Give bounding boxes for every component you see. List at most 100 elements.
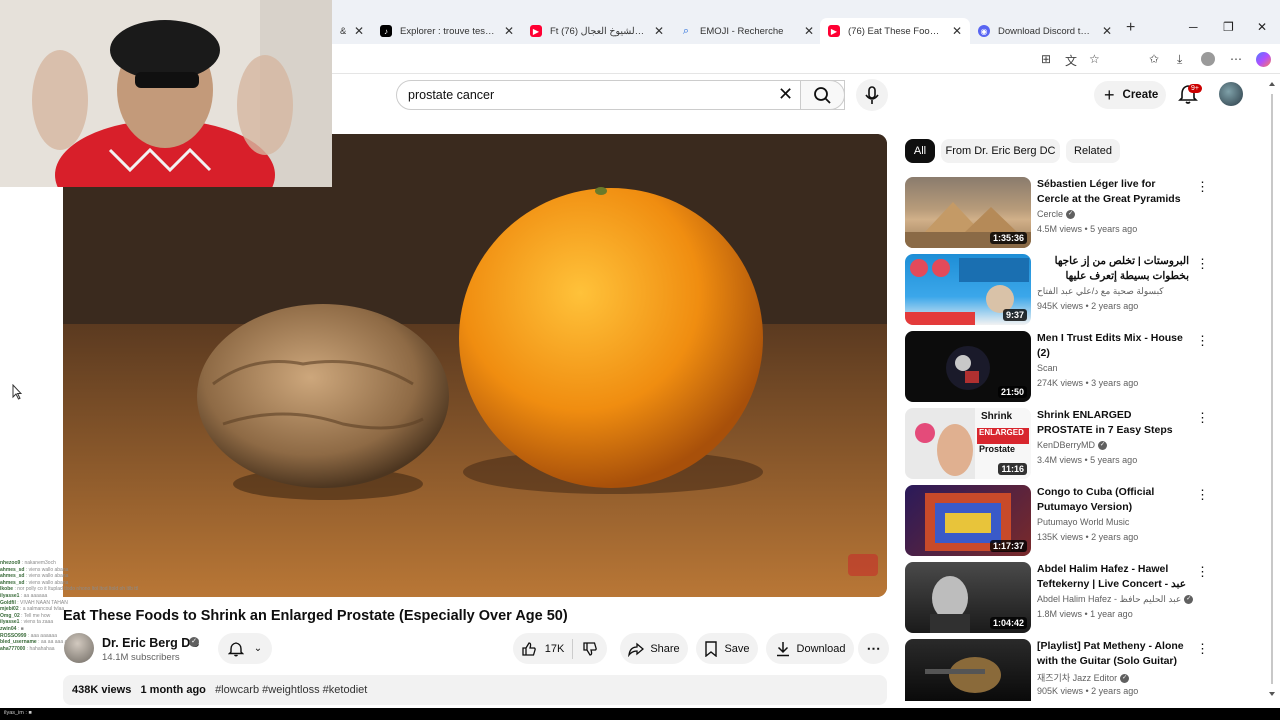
recommendation-item[interactable]: Shrink ENLARGED Prostate 11:16 Shrink EN…	[905, 408, 1209, 480]
chip-related[interactable]: Related	[1066, 139, 1120, 163]
more-vertical-icon[interactable]: ⋮	[1196, 179, 1209, 195]
more-vertical-icon[interactable]: ⋮	[1196, 487, 1209, 503]
video-thumbnail[interactable]: Shrink ENLARGED Prostate 11:16	[905, 408, 1031, 479]
save-button[interactable]: Save	[696, 633, 758, 664]
tab-title: Download Discord to Talk	[998, 25, 1094, 37]
close-icon[interactable]: ✕	[354, 24, 364, 38]
video-thumbnail[interactable]: 21:50	[905, 331, 1031, 402]
video-thumbnail[interactable]	[905, 639, 1031, 701]
tab-3[interactable]: ⌕ EMOJI - Recherche ✕	[672, 18, 822, 44]
search-icon	[814, 87, 831, 104]
account-avatar[interactable]	[1219, 82, 1243, 106]
upload-date: 1 month ago	[140, 684, 206, 696]
recommendation-title[interactable]: البروستات | تخلص من إز عاجها بخطوات بسيط…	[1037, 254, 1189, 284]
tab-title: EMOJI - Recherche	[700, 25, 784, 37]
channel-avatar[interactable]	[64, 633, 94, 663]
page-scrollbar[interactable]	[1268, 80, 1276, 700]
copilot-icon[interactable]	[1256, 52, 1271, 67]
tab-5[interactable]: ◉ Download Discord to Talk ✕	[970, 18, 1120, 44]
channel-name[interactable]: Dr. Eric Berg DC	[102, 636, 199, 650]
tiktok-icon: ♪	[380, 25, 392, 37]
recommendation-title[interactable]: Men I Trust Edits Mix - House (2)	[1037, 331, 1189, 361]
tab-title: (76) Eat These Foods to Sh	[848, 25, 944, 37]
video-thumbnail[interactable]: 1:17:37	[905, 485, 1031, 556]
more-actions-button[interactable]: ⋯	[858, 633, 889, 664]
voice-search-button[interactable]	[856, 79, 888, 111]
thumbs-down-icon	[583, 641, 597, 656]
translate-icon[interactable]: 文	[1065, 52, 1077, 69]
profile-icon[interactable]	[1201, 52, 1215, 66]
close-icon[interactable]: ✕	[952, 24, 962, 38]
video-thumbnail[interactable]: 1:35:36	[905, 177, 1031, 248]
video-player[interactable]	[63, 134, 887, 597]
video-thumbnail[interactable]: 9:37	[905, 254, 1031, 325]
share-label: Share	[650, 642, 680, 655]
recommendation-item[interactable]: 1:35:36 Sébastien Léger live for Cercle …	[905, 177, 1209, 249]
chip-from-channel[interactable]: From Dr. Eric Berg DC	[941, 139, 1060, 163]
hashtags[interactable]: #lowcarb #weightloss #ketodiet	[215, 684, 367, 696]
clear-search-icon[interactable]: ✕	[778, 84, 793, 105]
recommendation-title[interactable]: Congo to Cuba (Official Putumayo Version…	[1037, 485, 1189, 515]
discord-icon: ◉	[978, 25, 990, 37]
scrollbar-track	[1269, 82, 1275, 696]
recommendation-title[interactable]: Shrink ENLARGED PROSTATE in 7 Easy Steps…	[1037, 408, 1189, 438]
tab-active[interactable]: ▶ (76) Eat These Foods to Sh ✕	[820, 18, 970, 44]
tab-0[interactable]: & Sp ✕	[332, 18, 372, 44]
more-vertical-icon[interactable]: ⋮	[1196, 256, 1209, 272]
more-vertical-icon[interactable]: ⋮	[1196, 564, 1209, 580]
menu-dots-icon[interactable]: ⋯	[1230, 52, 1242, 66]
search-button[interactable]	[800, 80, 845, 110]
chip-all[interactable]: All	[905, 139, 935, 163]
favorites-icon[interactable]: ✩	[1149, 52, 1159, 66]
recommendation-item[interactable]: 9:37 البروستات | تخلص من إز عاجها بخطوات…	[905, 254, 1209, 326]
restore-button[interactable]: ❐	[1223, 20, 1234, 34]
microphone-icon	[865, 86, 879, 104]
thumbnail-caption: Shrink	[981, 411, 1013, 422]
download-button[interactable]: Download	[766, 633, 854, 664]
chat-message: ahmes_sd : viens wallo abana	[0, 573, 69, 580]
recommendation-item[interactable]: 1:17:37 Congo to Cuba (Official Putumayo…	[905, 485, 1209, 557]
subscription-bell-button[interactable]: ⌄	[218, 633, 272, 664]
thumbnail-caption: Prostate	[979, 444, 1016, 454]
minimize-button[interactable]: ─	[1189, 20, 1198, 34]
recommendation-title[interactable]: Sébastien Léger live for Cercle at the G…	[1037, 177, 1189, 207]
chat-message: ilyasse1 : aa aaaaaa	[0, 592, 48, 599]
recommendation-channel: كبسولة صحية مع د/علي عبد الفتاح	[1037, 286, 1164, 296]
more-vertical-icon[interactable]: ⋮	[1196, 641, 1209, 657]
video-duration: 11:16	[998, 463, 1027, 475]
more-vertical-icon[interactable]: ⋮	[1196, 333, 1209, 349]
chat-message: ahmes_sd : viens wallo abana	[0, 566, 69, 573]
downloads-icon[interactable]: ⤓	[1177, 52, 1182, 67]
download-icon	[776, 641, 789, 656]
video-duration: 1:04:42	[989, 617, 1027, 629]
dislike-button[interactable]	[573, 641, 607, 657]
video-thumbnail[interactable]: 1:04:42	[905, 562, 1031, 633]
more-vertical-icon[interactable]: ⋮	[1196, 410, 1209, 426]
favorite-star-icon[interactable]: ☆	[1089, 52, 1100, 66]
video-duration: 1:35:36	[989, 232, 1027, 244]
recommendation-title[interactable]: Abdel Halim Hafez - Hawel Teftekerny | L…	[1037, 562, 1189, 592]
close-icon[interactable]: ✕	[1102, 24, 1112, 38]
recommendation-channel: KenDBerryMD ✓	[1037, 440, 1108, 451]
share-button[interactable]: Share	[620, 633, 688, 664]
recommendation-item[interactable]: 1:04:42 Abdel Halim Hafez - Hawel Teftek…	[905, 562, 1209, 634]
close-icon[interactable]: ✕	[804, 24, 814, 38]
close-icon[interactable]: ✕	[654, 24, 664, 38]
recommendation-title[interactable]: [Playlist] Pat Metheny - Alone with the …	[1037, 639, 1189, 669]
like-button[interactable]: 17K	[513, 638, 573, 659]
tab-2[interactable]: ▶ Ft شرح الشيوخ العجال (76) ✕	[522, 18, 672, 44]
recommendation-item[interactable]: 21:50 Men I Trust Edits Mix - House (2) …	[905, 331, 1209, 403]
tab-1[interactable]: ♪ Explorer : trouve tes vidéo ✕	[372, 18, 522, 44]
recommendation-channel: Abdel Halim Hafez - عبد الحليم حافظ ✓	[1037, 594, 1194, 605]
new-tab-button[interactable]: +	[1126, 19, 1135, 37]
video-frame	[63, 134, 887, 597]
recommendation-channel: Scan	[1037, 363, 1058, 373]
close-window-button[interactable]: ✕	[1257, 20, 1267, 34]
create-button[interactable]: + Create	[1094, 81, 1166, 109]
search-input[interactable]: prostate cancer	[408, 88, 494, 102]
close-icon[interactable]: ✕	[504, 24, 514, 38]
recommendation-meta: 1.8M views • 1 year ago	[1037, 609, 1133, 619]
recommendation-item[interactable]: [Playlist] Pat Metheny - Alone with the …	[905, 639, 1209, 701]
apps-icon[interactable]: ⊞	[1041, 52, 1051, 66]
notification-badge: 9+	[1188, 84, 1202, 93]
